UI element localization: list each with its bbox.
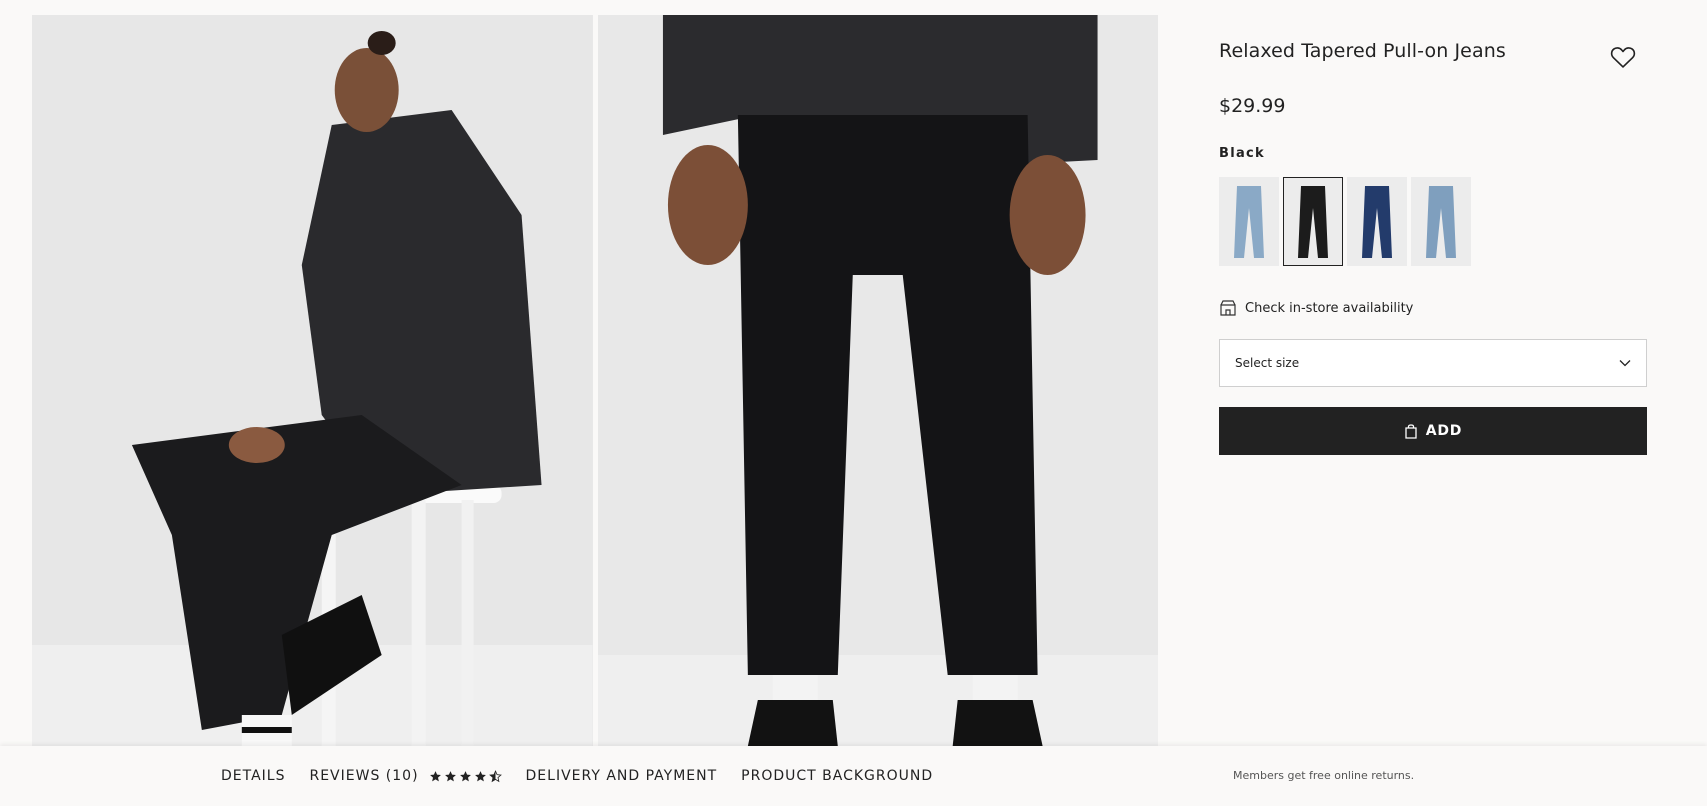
star-icon: [474, 770, 486, 781]
product-photo-model-seated[interactable]: [32, 15, 593, 746]
jeans-thumbnail-icon: [1426, 185, 1456, 258]
check-store-availability-link[interactable]: Check in-store availability: [1219, 299, 1413, 317]
product-gallery: [32, 15, 1158, 746]
star-icon: [429, 770, 441, 781]
title-row: Relaxed Tapered Pull-on Jeans: [1219, 40, 1647, 70]
tab-delivery-label: DELIVERY AND PAYMENT: [525, 768, 718, 784]
selected-color-name: Black: [1219, 146, 1265, 161]
swatch-light-blue[interactable]: [1219, 177, 1279, 266]
chevron-down-icon: [1619, 360, 1631, 367]
product-title: Relaxed Tapered Pull-on Jeans: [1219, 40, 1506, 62]
add-to-bag-button[interactable]: ADD: [1219, 407, 1647, 455]
product-photo-legs-front[interactable]: [597, 15, 1158, 746]
rating-stars: [429, 769, 502, 783]
star-icon: [444, 770, 456, 781]
tab-delivery-payment[interactable]: DELIVERY AND PAYMENT: [526, 768, 718, 784]
store-availability-label: Check in-store availability: [1245, 300, 1414, 316]
jeans-thumbnail-icon: [1298, 185, 1328, 258]
heart-icon[interactable]: [1609, 43, 1637, 71]
color-swatches: [1219, 177, 1471, 266]
jeans-thumbnail-icon: [1234, 185, 1264, 258]
tab-background-label: PRODUCT BACKGROUND: [741, 768, 934, 784]
members-returns-note: Members get free online returns.: [1233, 769, 1415, 782]
star-icon: [459, 770, 471, 781]
bottom-tabs: DETAILS REVIEWS (10) DELIVERY AND PAYMEN…: [221, 746, 933, 806]
tab-reviews[interactable]: REVIEWS (10): [309, 768, 502, 784]
swatch-black[interactable]: [1283, 177, 1343, 266]
product-price: $29.99: [1219, 95, 1286, 117]
tab-details-label: DETAILS: [221, 768, 286, 784]
size-select-placeholder: Select size: [1235, 356, 1300, 370]
jeans-thumbnail-icon: [1362, 185, 1392, 258]
tab-reviews-label: REVIEWS (10): [309, 768, 419, 784]
swatch-blue[interactable]: [1411, 177, 1471, 266]
store-icon: [1220, 300, 1236, 316]
size-select[interactable]: Select size: [1219, 339, 1647, 387]
add-button-label: ADD: [1425, 423, 1463, 439]
half-star-icon: [488, 769, 502, 782]
tab-details[interactable]: DETAILS: [221, 768, 285, 784]
tab-product-background[interactable]: PRODUCT BACKGROUND: [741, 768, 933, 784]
shopping-bag-icon: [1405, 424, 1417, 439]
swatch-dark-blue[interactable]: [1347, 177, 1407, 266]
bottom-nav-bar: DETAILS REVIEWS (10) DELIVERY AND PAYMEN…: [0, 746, 1707, 806]
